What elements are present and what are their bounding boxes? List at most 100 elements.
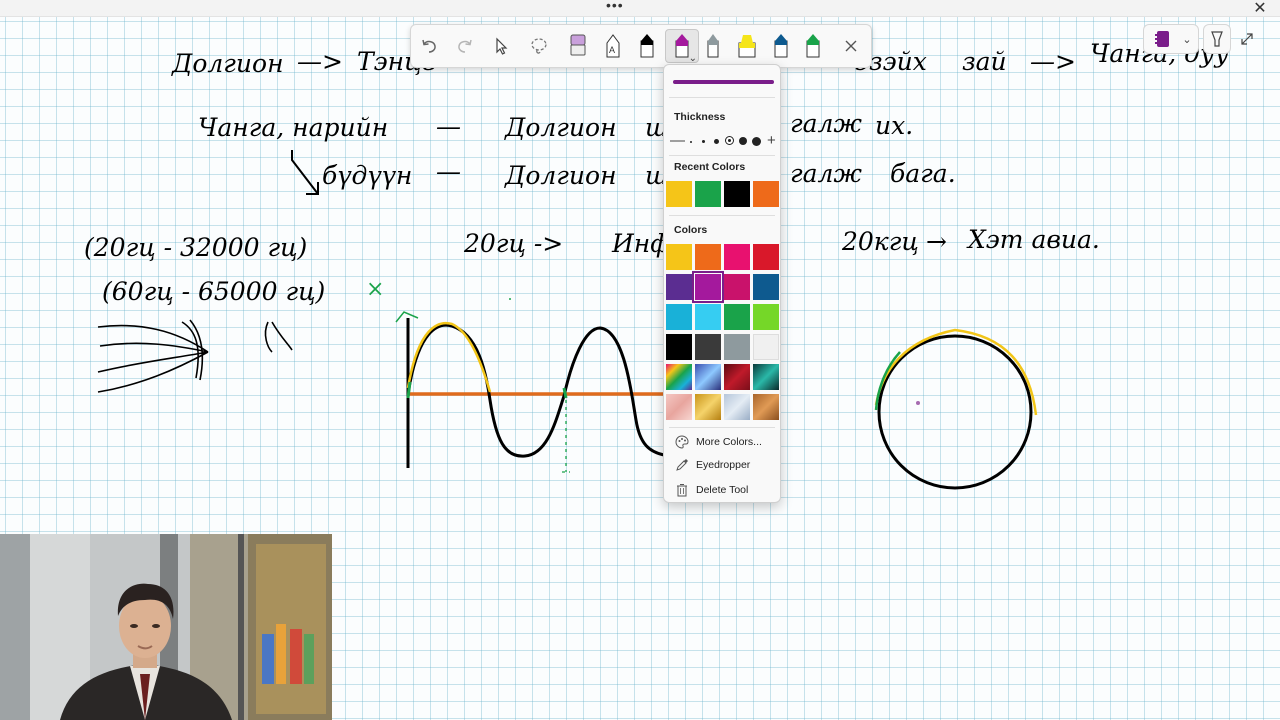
color-swatch[interactable] — [695, 364, 721, 390]
webcam-scene — [0, 534, 332, 720]
blue-pen-button[interactable] — [765, 30, 797, 62]
note-line1-arrow2: —> — [1030, 47, 1076, 76]
color-swatch[interactable] — [753, 394, 779, 420]
ink-wave-doodle — [97, 319, 209, 393]
color-swatch[interactable] — [753, 274, 779, 300]
color-swatch[interactable] — [695, 244, 721, 270]
note-line4-c: Инф — [611, 229, 670, 258]
thickness-slider[interactable]: — + — [668, 132, 778, 150]
pen-black-icon — [640, 34, 654, 58]
color-swatch[interactable] — [724, 394, 750, 420]
pen-toolbar: A ⌄ — [410, 24, 872, 68]
stroke-preview — [673, 80, 774, 84]
thickness-option[interactable] — [739, 137, 747, 145]
pen-green-icon — [806, 34, 820, 58]
ink-ear-doodle — [264, 321, 293, 353]
color-swatch[interactable] — [666, 274, 692, 300]
cursor-icon — [496, 37, 508, 55]
note-green-x: × — [366, 277, 384, 302]
thickness-option[interactable] — [714, 139, 719, 144]
color-swatch[interactable] — [695, 334, 721, 360]
color-swatch[interactable] — [753, 304, 779, 330]
color-swatch[interactable] — [695, 181, 721, 207]
yellow-highlighter-button[interactable] — [731, 30, 763, 62]
notebook-chevron-icon: ⌄ — [1182, 33, 1192, 46]
redo-button[interactable] — [449, 30, 481, 62]
color-swatch[interactable] — [666, 181, 692, 207]
draw-mode-button[interactable] — [1203, 24, 1231, 54]
color-swatch[interactable] — [666, 244, 692, 270]
delete-tool-label: Delete Tool — [696, 484, 749, 496]
color-swatch[interactable] — [753, 244, 779, 270]
thickness-increase-button[interactable]: + — [767, 132, 776, 150]
note-line1-d: зай — [962, 47, 1007, 76]
note-line2-dash: — — [436, 112, 461, 141]
purple-pen-button[interactable]: ⌄ — [665, 29, 699, 64]
color-swatch[interactable] — [724, 364, 750, 390]
color-swatch[interactable] — [724, 304, 750, 330]
ink-to-text-pen-button[interactable]: A — [597, 30, 629, 62]
divider — [669, 427, 775, 428]
eraser-button[interactable] — [562, 30, 594, 62]
note-line5-a: (60гц - 65000 гц) — [102, 277, 325, 306]
more-colors-label: More Colors... — [696, 436, 762, 448]
note-line2-e: их. — [875, 111, 913, 140]
color-swatch[interactable] — [724, 274, 750, 300]
note-line4-arrow: → — [926, 227, 947, 256]
expand-button[interactable] — [1236, 28, 1258, 50]
black-pen-button[interactable] — [631, 30, 663, 62]
graph-green-dotted — [562, 400, 570, 473]
color-swatch[interactable] — [724, 334, 750, 360]
circle-highlight-yellow — [874, 328, 1038, 416]
eyedropper-menu-item[interactable]: Eyedropper — [670, 454, 776, 476]
note-line2-a: Чанга, нарийн — [198, 113, 388, 142]
recent-colors-title: Recent Colors — [674, 161, 746, 173]
ink-arrow-branch — [291, 150, 319, 195]
color-swatch[interactable] — [666, 334, 692, 360]
notebook-switcher[interactable]: ⌄ — [1143, 24, 1199, 54]
divider — [669, 155, 775, 156]
color-swatch[interactable] — [724, 181, 750, 207]
note-line4-d: 20кгц — [841, 227, 919, 256]
undo-button[interactable] — [413, 30, 445, 62]
pen-options-popup: Thickness — + Recent Colors Colors More … — [663, 64, 781, 503]
note-line2-d: галж — [790, 109, 862, 138]
note-line1-a: Долгион — [171, 49, 284, 78]
select-button[interactable] — [485, 30, 517, 62]
thickness-option[interactable] — [702, 140, 705, 143]
notebook-icon — [1152, 25, 1174, 53]
note-line3-dash: — — [436, 157, 461, 186]
color-swatch[interactable] — [666, 304, 692, 330]
note-line4-a: (20гц - 32000 гц) — [84, 233, 307, 262]
color-swatch[interactable] — [692, 271, 724, 303]
color-swatch[interactable] — [753, 181, 779, 207]
thickness-option[interactable] — [690, 141, 692, 143]
undo-icon — [422, 39, 436, 53]
graph-sine-wave — [406, 323, 665, 458]
thickness-option-selected[interactable] — [725, 136, 734, 145]
color-swatch[interactable] — [695, 304, 721, 330]
graph-highlight-yellow — [406, 321, 492, 393]
color-swatch[interactable] — [695, 394, 721, 420]
delete-tool-menu-item[interactable]: Delete Tool — [670, 479, 776, 501]
color-swatch[interactable] — [753, 364, 779, 390]
thickness-option[interactable] — [752, 137, 761, 146]
chevron-down-icon: ⌄ — [688, 53, 697, 64]
color-swatch[interactable] — [666, 364, 692, 390]
color-swatch[interactable] — [753, 334, 779, 360]
green-pen-button[interactable] — [797, 30, 829, 62]
more-colors-menu-item[interactable]: More Colors... — [670, 431, 776, 453]
note-line3-b: Долгион — [504, 161, 617, 190]
lasso-button[interactable] — [523, 30, 555, 62]
note-line3-d: галж — [790, 159, 862, 188]
note-line3-a: бүдүүн — [322, 161, 412, 190]
color-swatch[interactable] — [666, 394, 692, 420]
eyedropper-label: Eyedropper — [696, 459, 751, 471]
note-line2-b: Долгион — [504, 113, 617, 142]
trash-icon — [674, 482, 690, 498]
color-swatch[interactable] — [724, 244, 750, 270]
note-line3-e: бага. — [890, 159, 956, 188]
close-toolbar-button[interactable] — [835, 30, 867, 62]
thickness-decrease-button[interactable]: — — [670, 132, 685, 150]
gray-pen-button[interactable] — [697, 30, 729, 62]
